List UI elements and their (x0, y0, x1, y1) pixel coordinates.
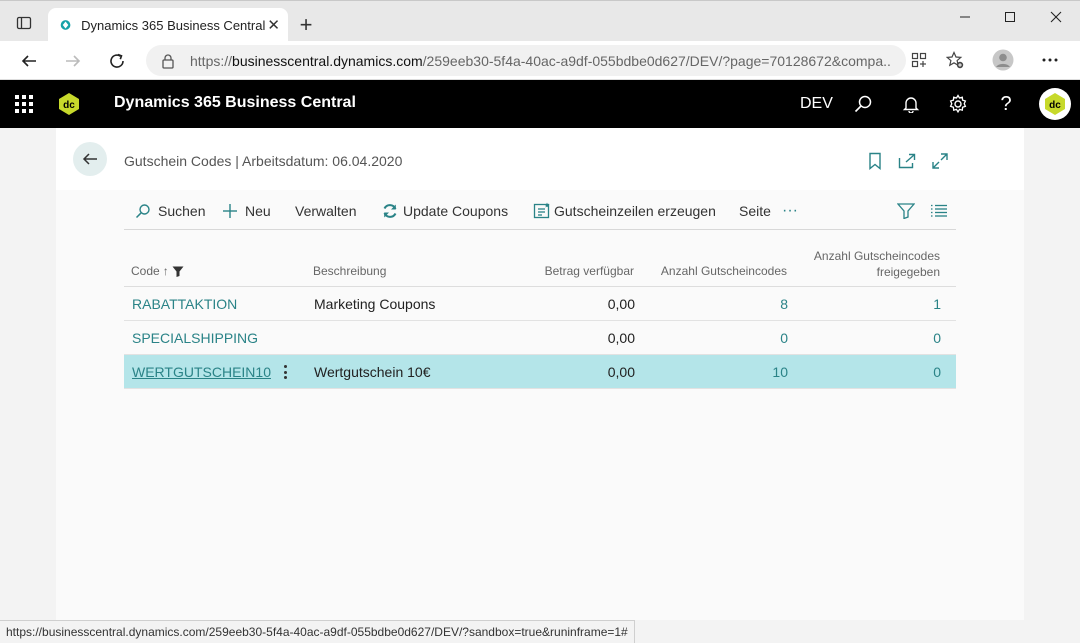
profile-avatar-icon[interactable] (992, 49, 1014, 71)
browser-address-bar: https://businesscentral.dynamics.com/259… (0, 41, 1080, 80)
released-count-link[interactable]: 1 (844, 296, 941, 312)
page-back-button[interactable] (73, 142, 107, 176)
column-header-amount-available[interactable]: Betrag verfügbar (504, 264, 634, 278)
action-bar: Suchen Neu Verwalten Update Coupons Guts… (124, 190, 956, 230)
url-path: /259eeb30-5f4a-40ac-a9df-055bdbe0d627/DE… (422, 52, 890, 69)
environment-label[interactable]: DEV (800, 95, 833, 113)
app-available-icon[interactable] (908, 49, 930, 71)
table-row[interactable]: RABATTAKTION Marketing Coupons 0,00 8 1 (124, 287, 956, 321)
released-count-link[interactable]: 0 (844, 330, 941, 346)
refresh-icon[interactable] (103, 47, 131, 75)
lock-icon (162, 53, 174, 69)
page-header: Gutschein Codes | Arbeitsdatum: 06.04.20… (56, 128, 1024, 190)
released-count-link[interactable]: 0 (844, 364, 941, 380)
more-options-label: ··· (782, 202, 798, 219)
generate-lines-icon (533, 202, 551, 220)
window-close-icon[interactable] (1033, 7, 1079, 27)
description-cell: Marketing Coupons (314, 296, 436, 312)
grid-header: Code ↑ Beschreibung Betrag verfügbar Anz… (124, 244, 956, 287)
search-action-label: Suchen (158, 203, 206, 219)
search-action[interactable]: Suchen (134, 200, 205, 222)
more-options-icon[interactable]: ··· (782, 200, 798, 222)
update-coupons-label: Update Coupons (403, 203, 509, 219)
amount-cell: 0,00 (607, 296, 635, 312)
generate-voucher-lines-action[interactable]: Gutscheinzeilen erzeugen (533, 200, 716, 222)
sort-ascending-icon: ↑ (162, 264, 169, 278)
help-icon[interactable]: ? (995, 93, 1017, 115)
table-row[interactable]: SPECIALSHIPPING 0,00 0 0 (124, 321, 956, 355)
filter-applied-icon (172, 266, 184, 277)
app-title[interactable]: Dynamics 365 Business Central (114, 94, 356, 112)
page-action[interactable]: Seite (739, 200, 771, 222)
column-header-voucher-count[interactable]: Anzahl Gutscheincodes (644, 264, 787, 278)
column-released-line2: freigegeben (876, 265, 940, 279)
company-logo[interactable]: dc (57, 92, 81, 116)
open-new-window-icon[interactable] (898, 152, 916, 170)
svg-text:dc: dc (1049, 100, 1061, 111)
page-title: Gutschein Codes | Arbeitsdatum: 06.04.20… (124, 153, 403, 169)
amount-cell: 0,00 (607, 330, 635, 346)
filter-icon[interactable] (897, 200, 915, 222)
forward-arrow-icon[interactable] (59, 47, 87, 75)
tab-close-icon[interactable]: ✕ (265, 13, 282, 37)
app-header: dc Dynamics 365 Business Central DEV ? d… (0, 80, 1080, 128)
svg-text:dc: dc (63, 100, 75, 111)
favorites-add-icon[interactable] (944, 49, 966, 71)
maximize-icon[interactable] (987, 7, 1033, 27)
row-actions-menu-icon[interactable] (279, 362, 291, 382)
user-avatar-logo-icon: dc (1045, 93, 1065, 115)
app-launcher-icon[interactable] (15, 95, 33, 113)
url-host: businesscentral.dynamics.com (232, 52, 423, 69)
table-row-selected[interactable]: WERTGUTSCHEIN10 Wertgutschein 10€ 0,00 1… (124, 355, 956, 389)
generate-voucher-lines-label: Gutscheinzeilen erzeugen (554, 203, 716, 219)
browser-tab[interactable]: Dynamics 365 Business Central ✕ (48, 8, 288, 42)
description-cell: Wertgutschein 10€ (314, 364, 431, 380)
bookmark-icon[interactable] (866, 152, 884, 170)
new-tab-icon[interactable]: + (294, 12, 318, 37)
user-avatar[interactable]: dc (1039, 88, 1071, 120)
back-arrow-icon (82, 153, 97, 165)
tab-title: Dynamics 365 Business Central (81, 17, 266, 33)
column-code-label: Code (131, 264, 160, 278)
voucher-count-link[interactable]: 10 (684, 364, 788, 380)
code-link[interactable]: RABATTAKTION (132, 296, 237, 312)
column-header-code[interactable]: Code ↑ (131, 264, 184, 278)
column-header-released-count[interactable]: Anzahl Gutscheincodes freigegeben (794, 248, 940, 280)
page-action-label: Seite (739, 203, 771, 219)
code-link[interactable]: SPECIALSHIPPING (132, 330, 258, 346)
browser-menu-icon[interactable] (1039, 49, 1061, 71)
browser-tab-bar: Dynamics 365 Business Central ✕ + (0, 0, 1080, 42)
column-header-description[interactable]: Beschreibung (313, 264, 386, 278)
tab-actions-icon[interactable] (12, 11, 36, 35)
code-link[interactable]: WERTGUTSCHEIN10 (132, 364, 271, 380)
url-prefix: https:// (190, 52, 233, 69)
status-url: https://businesscentral.dynamics.com/259… (0, 620, 635, 643)
voucher-count-link[interactable]: 0 (684, 330, 788, 346)
settings-gear-icon[interactable] (947, 93, 969, 115)
minimize-icon[interactable] (942, 7, 988, 27)
search-icon[interactable] (852, 93, 874, 115)
list-view-icon[interactable] (930, 200, 948, 222)
plus-icon (221, 202, 239, 220)
browser-status-bar: https://businesscentral.dynamics.com/259… (0, 620, 1080, 643)
page-content: Gutschein Codes | Arbeitsdatum: 06.04.20… (56, 128, 1024, 620)
back-arrow-icon[interactable] (15, 47, 43, 75)
manage-action[interactable]: Verwalten (295, 200, 356, 222)
manage-action-label: Verwalten (295, 203, 357, 219)
column-released-line1: Anzahl Gutscheincodes (813, 249, 940, 263)
new-action[interactable]: Neu (221, 200, 271, 222)
update-coupons-action[interactable]: Update Coupons (382, 200, 508, 222)
new-action-label: Neu (245, 203, 271, 219)
search-icon (134, 202, 152, 220)
expand-icon[interactable] (931, 152, 949, 170)
refresh-icon (382, 202, 398, 220)
notifications-bell-icon[interactable] (900, 93, 922, 115)
url-field[interactable]: https://businesscentral.dynamics.com/259… (146, 45, 906, 76)
voucher-count-link[interactable]: 8 (684, 296, 788, 312)
url-text: https://businesscentral.dynamics.com/259… (190, 53, 890, 69)
amount-cell: 0,00 (607, 364, 635, 380)
business-central-favicon-icon (60, 20, 71, 30)
voucher-codes-grid: Code ↑ Beschreibung Betrag verfügbar Anz… (124, 244, 956, 389)
